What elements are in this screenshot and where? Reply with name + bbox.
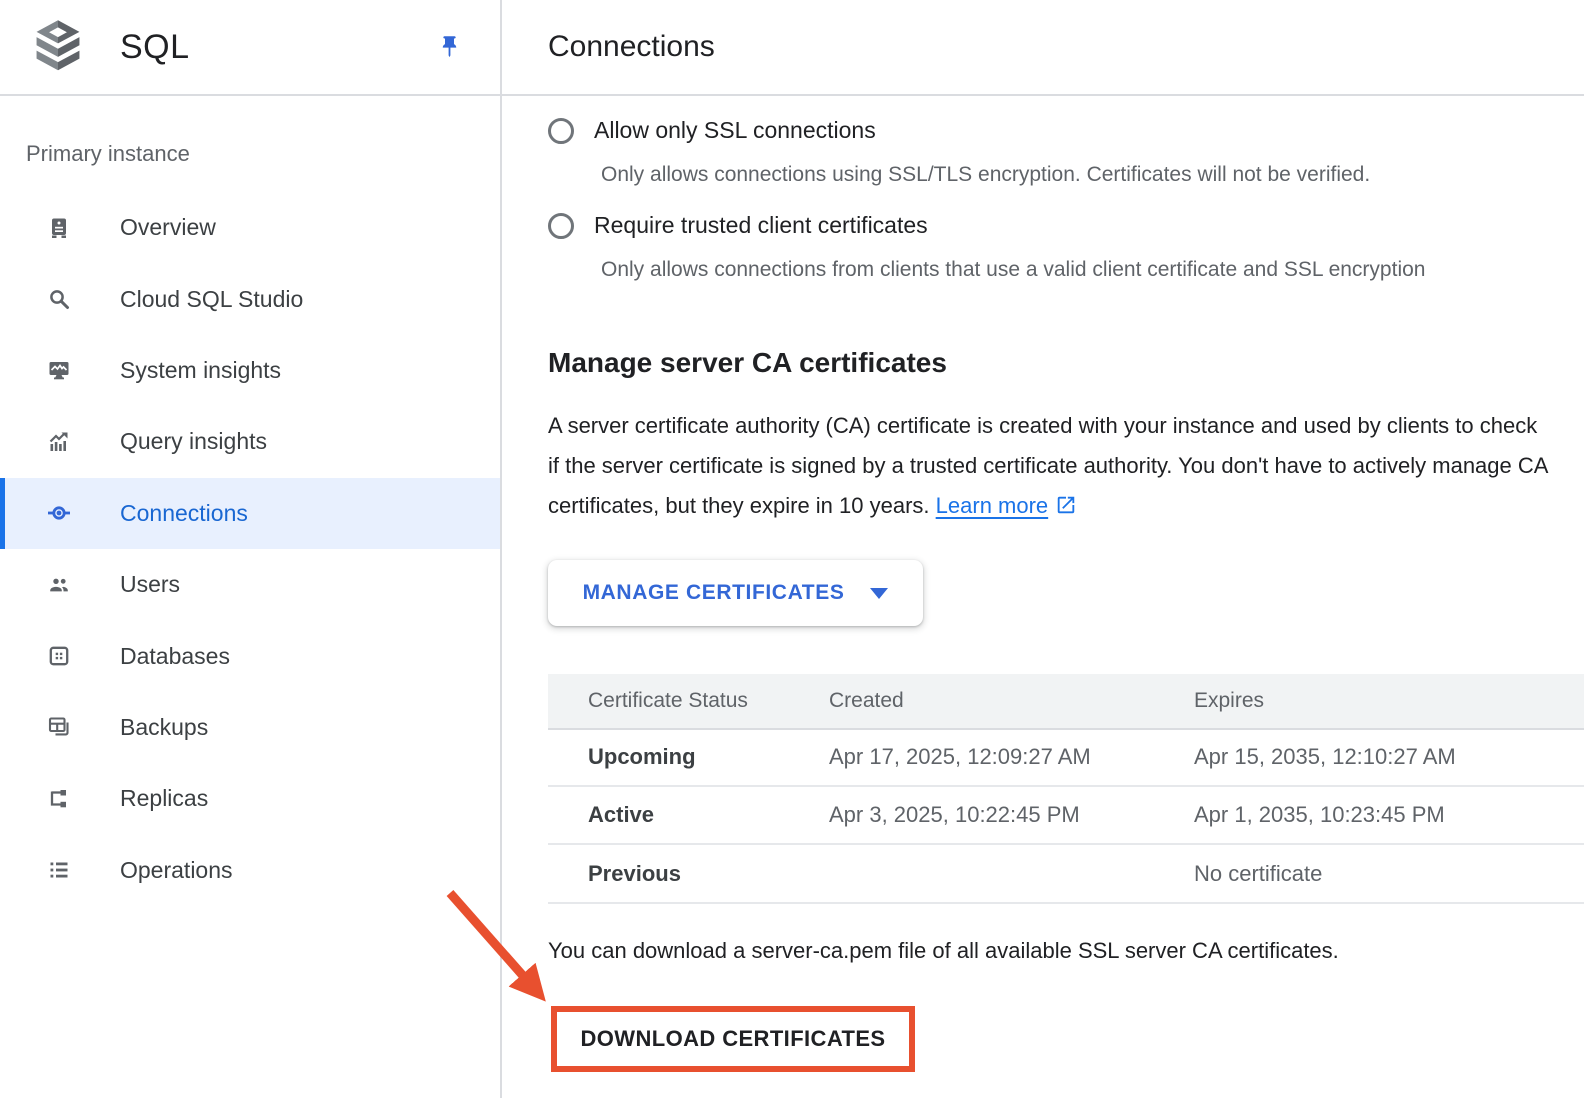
chevron-down-icon [870, 588, 888, 599]
certificate-status: Upcoming [548, 744, 789, 770]
certificate-created: Apr 3, 2025, 10:22:45 PM [789, 802, 1154, 828]
sidebar-item-system-insights[interactable]: System insights [0, 335, 500, 406]
radio-button[interactable] [548, 118, 574, 144]
column-header: Created [789, 689, 1154, 713]
sidebar-item-databases[interactable]: Databases [0, 620, 500, 691]
main-header: Connections [502, 0, 1584, 96]
certificate-expires: Apr 1, 2035, 10:23:45 PM [1154, 802, 1584, 828]
external-link-icon [1055, 494, 1077, 516]
sidebar-item-label: Query insights [120, 428, 267, 455]
table-row: Previous No certificate [548, 845, 1584, 904]
sidebar-item-users[interactable]: Users [0, 549, 500, 620]
learn-more-link[interactable]: Learn more [936, 493, 1078, 518]
system-insights-icon [47, 358, 71, 382]
cloud-sql-connections-page: SQL Primary instance [0, 0, 1584, 1098]
section-heading: Manage server CA certificates [548, 346, 1584, 380]
ssl-option-allow-ssl: Allow only SSL connections [548, 117, 1584, 144]
table-header-row: Certificate Status Created Expires [548, 674, 1584, 728]
sidebar-item-label: Databases [120, 643, 230, 670]
query-insights-icon [47, 430, 71, 454]
sidebar-item-label: Cloud SQL Studio [120, 286, 303, 313]
table-row: Upcoming Apr 17, 2025, 12:09:27 AM Apr 1… [548, 728, 1584, 787]
sidebar-item-backups[interactable]: Backups [0, 692, 500, 763]
cloud-sql-logo-icon [33, 17, 83, 77]
download-certificates-button[interactable]: DOWNLOAD CERTIFICATES [581, 1026, 886, 1052]
radio-button[interactable] [548, 213, 574, 239]
certificate-expires: No certificate [1154, 861, 1584, 887]
page-title: Connections [548, 30, 715, 64]
sidebar-item-label: Overview [120, 214, 216, 241]
manage-certificates-label: MANAGE CERTIFICATES [583, 581, 845, 605]
annotation-highlight-box: DOWNLOAD CERTIFICATES [551, 1006, 915, 1072]
users-icon [47, 573, 71, 597]
column-header: Certificate Status [548, 689, 789, 713]
sidebar-item-label: Replicas [120, 785, 208, 812]
column-header: Expires [1154, 689, 1584, 713]
radio-description: Only allows connections from clients tha… [601, 256, 1584, 283]
backups-icon [47, 715, 71, 739]
certificate-expires: Apr 15, 2035, 12:10:27 AM [1154, 744, 1584, 770]
ssl-option-require-certs: Require trusted client certificates [548, 212, 1584, 239]
radio-description: Only allows connections using SSL/TLS en… [601, 161, 1584, 188]
section-body: A server certificate authority (CA) cert… [548, 406, 1552, 526]
certificate-status: Previous [548, 861, 789, 887]
sidebar-item-label: System insights [120, 357, 281, 384]
operations-icon [47, 858, 71, 882]
certificate-status: Active [548, 802, 789, 828]
connections-content: Allow only SSL connections Only allows c… [502, 117, 1584, 1072]
sidebar-item-operations[interactable]: Operations [0, 835, 500, 906]
pin-icon[interactable] [436, 34, 463, 61]
download-info-text: You can download a server-ca.pem file of… [548, 937, 1584, 964]
sidebar-item-label: Operations [120, 857, 233, 884]
radio-label[interactable]: Require trusted client certificates [594, 212, 928, 239]
learn-more-label: Learn more [936, 493, 1049, 518]
sidebar-header: SQL [0, 0, 500, 96]
certificate-created: Apr 17, 2025, 12:09:27 AM [789, 744, 1154, 770]
app-title: SQL [120, 28, 190, 67]
radio-label[interactable]: Allow only SSL connections [594, 117, 876, 144]
sidebar-item-label: Connections [120, 500, 248, 527]
sidebar-item-label: Backups [120, 714, 208, 741]
table-row: Active Apr 3, 2025, 10:22:45 PM Apr 1, 2… [548, 787, 1584, 846]
sidebar-item-label: Users [120, 571, 180, 598]
databases-icon [47, 644, 71, 668]
instance-section-label: Primary instance [26, 140, 500, 168]
certificate-table: Certificate Status Created Expires Upcom… [548, 674, 1584, 904]
sidebar-nav: Overview Cloud SQL Studio [0, 192, 500, 906]
replicas-icon [47, 787, 71, 811]
overview-icon [47, 216, 71, 240]
ssl-options-group: Allow only SSL connections Only allows c… [548, 117, 1584, 283]
connections-icon [47, 501, 71, 525]
search-icon [47, 287, 71, 311]
sidebar-item-connections[interactable]: Connections [0, 478, 500, 549]
manage-certificates-button[interactable]: MANAGE CERTIFICATES [548, 560, 923, 626]
sidebar-item-query-insights[interactable]: Query insights [0, 406, 500, 477]
sidebar-item-overview[interactable]: Overview [0, 192, 500, 263]
main-panel: Connections Allow only SSL connections O… [502, 0, 1584, 1098]
sidebar: SQL Primary instance [0, 0, 502, 1098]
sidebar-item-replicas[interactable]: Replicas [0, 763, 500, 834]
sidebar-item-cloud-sql-studio[interactable]: Cloud SQL Studio [0, 263, 500, 334]
